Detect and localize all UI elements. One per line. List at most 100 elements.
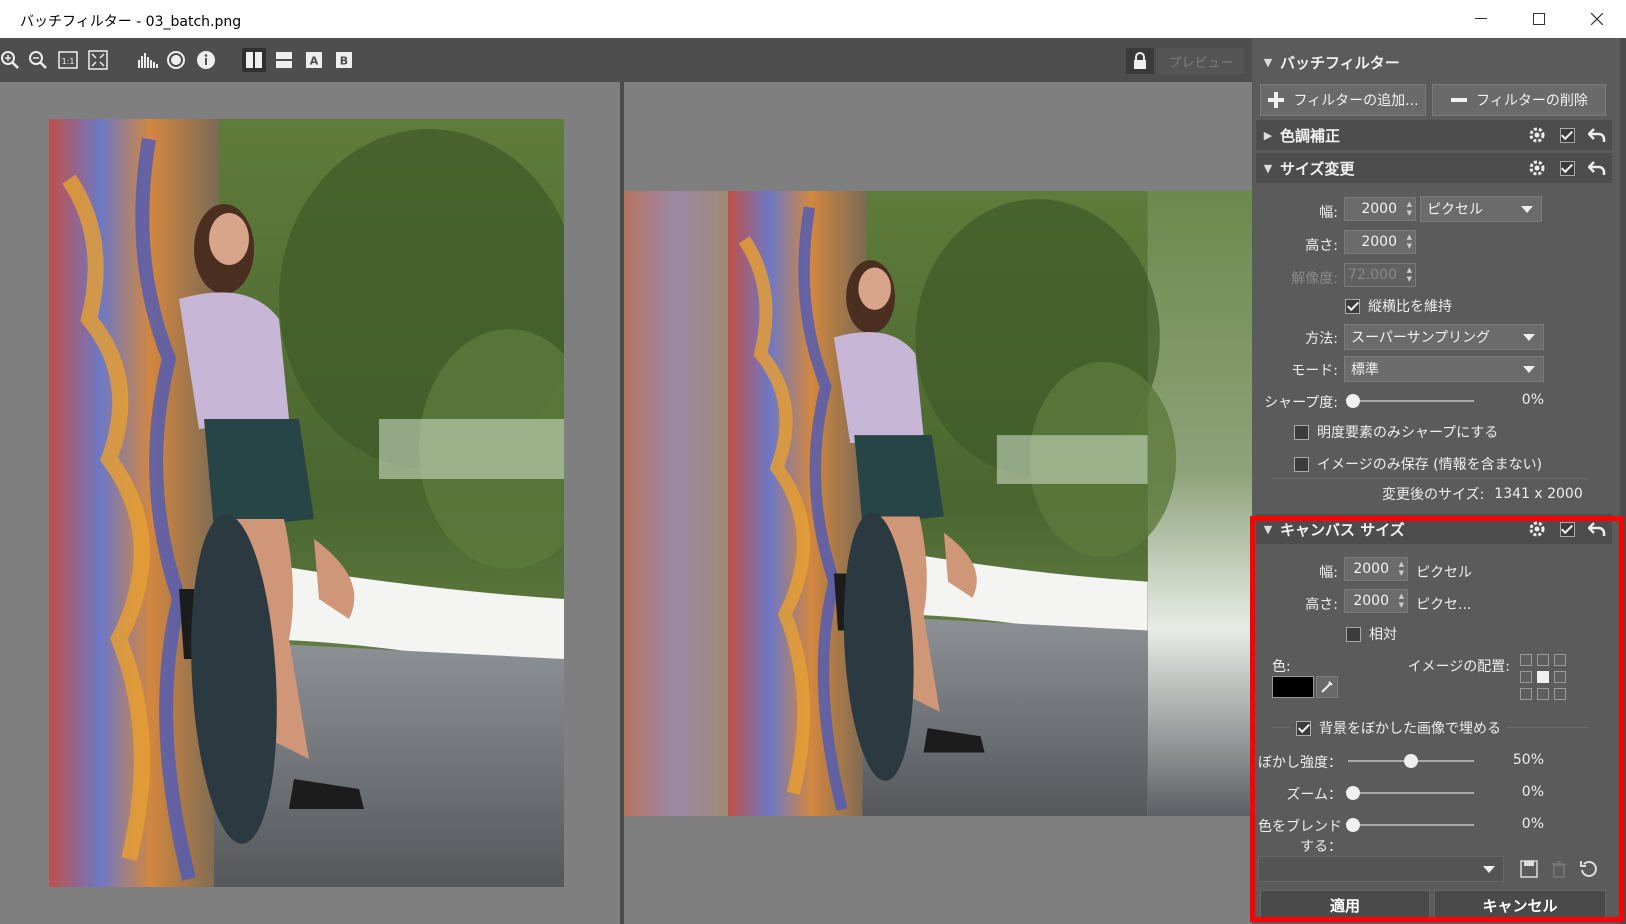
- lock-button[interactable]: [1126, 48, 1154, 74]
- sharpen-slider[interactable]: [1352, 400, 1474, 402]
- canvas-size-header[interactable]: ▼ キャンバス サイズ: [1256, 514, 1612, 544]
- color-correction-title: 色調補正: [1280, 126, 1341, 145]
- placement-grid[interactable]: [1520, 654, 1566, 700]
- add-filter-button[interactable]: フィルターの追加...: [1260, 84, 1426, 116]
- delete-preset-icon[interactable]: [1548, 858, 1570, 880]
- panel-scrollbar[interactable]: [1620, 38, 1626, 924]
- canvas-width-input[interactable]: 2000 ▲ ▼: [1344, 557, 1408, 581]
- color-correction-header[interactable]: ▶ 色調補正: [1256, 120, 1612, 150]
- sharpen-value: 0%: [1521, 392, 1544, 408]
- sharpen-luma-checkbox[interactable]: 明度要素のみシャープにする: [1294, 422, 1498, 442]
- resize-header[interactable]: ▼ サイズ変更: [1256, 153, 1612, 183]
- blend-value: 0%: [1521, 816, 1544, 832]
- reset-icon[interactable]: [1578, 858, 1600, 880]
- close-button[interactable]: [1568, 0, 1626, 38]
- mode-label: モード:: [1291, 363, 1338, 379]
- svg-text:B: B: [340, 55, 348, 68]
- new-size-readout: 変更後のサイズ: 1341 x 2000: [1382, 486, 1583, 503]
- enable-checkbox[interactable]: [1556, 157, 1578, 179]
- svg-text:A: A: [310, 55, 319, 68]
- plus-icon: [1268, 92, 1285, 108]
- minimize-button[interactable]: [1452, 0, 1510, 38]
- save-preset-icon[interactable]: [1518, 858, 1540, 880]
- cancel-button[interactable]: キャンセル: [1434, 890, 1606, 920]
- placement-cell[interactable]: [1520, 654, 1532, 666]
- view-a-icon[interactable]: A: [302, 48, 326, 72]
- view-b-icon[interactable]: B: [332, 48, 356, 72]
- resize-title: サイズ変更: [1280, 159, 1355, 178]
- zoom-slider[interactable]: [1348, 792, 1474, 794]
- method-select[interactable]: スーパーサンプリング: [1344, 324, 1544, 350]
- canvas-width-unit[interactable]: ピクセル: [1416, 562, 1472, 582]
- lock-icon: [1134, 52, 1146, 69]
- remove-filter-button[interactable]: フィルターの削除: [1432, 84, 1606, 116]
- keep-aspect-checkbox[interactable]: 縦横比を維持: [1345, 296, 1452, 316]
- resize-height-input[interactable]: 2000 ▲ ▼: [1344, 230, 1416, 254]
- batch-filter-title: バッチフィルター: [1280, 53, 1400, 72]
- apply-button[interactable]: 適用: [1260, 890, 1430, 920]
- sharpen-slider-knob[interactable]: [1346, 394, 1360, 408]
- zoom-in-icon[interactable]: [0, 48, 22, 72]
- blur-strength-slider-knob[interactable]: [1404, 754, 1418, 768]
- preview-photo: [624, 191, 1252, 816]
- fill-blur-checkbox[interactable]: 背景をぼかした画像で埋める: [1290, 718, 1507, 738]
- svg-text:1:1: 1:1: [62, 57, 75, 66]
- placement-cell[interactable]: [1554, 671, 1566, 683]
- placement-cell[interactable]: [1520, 671, 1532, 683]
- histogram-icon[interactable]: [136, 48, 160, 72]
- undo-icon[interactable]: [1586, 124, 1608, 146]
- gear-icon[interactable]: [1526, 124, 1548, 146]
- minimize-icon: [1475, 18, 1487, 19]
- canvas-color-swatch[interactable]: [1272, 676, 1314, 698]
- zoom-slider-knob[interactable]: [1346, 786, 1360, 800]
- gear-icon[interactable]: [1526, 157, 1548, 179]
- undo-icon[interactable]: [1586, 157, 1608, 179]
- enable-checkbox[interactable]: [1556, 518, 1578, 540]
- exposure-icon[interactable]: [164, 48, 188, 72]
- resolution-label: 解像度:: [1291, 271, 1338, 287]
- canvas-height-unit[interactable]: ピクセ...: [1416, 594, 1471, 614]
- canvas-height-input[interactable]: 2000 ▲ ▼: [1344, 589, 1408, 613]
- split-vertical-icon[interactable]: [242, 48, 266, 72]
- batch-filter-panel: ▼ バッチフィルター フィルターの追加... フィルターの削除 ▶ 色調補正 ▼…: [1252, 38, 1626, 924]
- info-icon[interactable]: [194, 48, 218, 72]
- original-image-pane[interactable]: [0, 82, 620, 924]
- canvas-width-label: 幅:: [1319, 565, 1338, 581]
- preview-button[interactable]: プレビュー: [1158, 48, 1244, 74]
- blend-slider[interactable]: [1348, 824, 1474, 826]
- relative-checkbox[interactable]: 相対: [1346, 624, 1397, 644]
- preview-image-pane[interactable]: [624, 82, 1252, 924]
- placement-cell[interactable]: [1520, 688, 1532, 700]
- image-only-checkbox[interactable]: イメージのみ保存 (情報を含まない): [1294, 454, 1542, 474]
- maximize-button[interactable]: [1510, 0, 1568, 38]
- gear-icon[interactable]: [1526, 518, 1548, 540]
- mode-select[interactable]: 標準: [1344, 356, 1544, 382]
- resize-unit-select[interactable]: ピクセル: [1420, 196, 1542, 222]
- undo-icon[interactable]: [1586, 518, 1608, 540]
- blur-strength-value: 50%: [1512, 752, 1544, 768]
- placement-cell[interactable]: [1554, 654, 1566, 666]
- resize-width-label: 幅:: [1319, 205, 1338, 221]
- preset-select[interactable]: [1258, 856, 1504, 882]
- collapse-triangle-icon: ▼: [1263, 161, 1273, 175]
- placement-cell[interactable]: [1554, 688, 1566, 700]
- placement-cell[interactable]: [1537, 654, 1549, 666]
- resolution-input[interactable]: 72.000 ▲ ▼: [1344, 263, 1416, 287]
- separator: [1272, 478, 1588, 479]
- split-horizontal-icon[interactable]: [272, 48, 296, 72]
- original-photo: [49, 119, 564, 887]
- zoom-out-icon[interactable]: [26, 48, 50, 72]
- resize-width-input[interactable]: 2000 ▲ ▼: [1344, 197, 1416, 221]
- eyedropper-icon[interactable]: [1316, 676, 1338, 698]
- blur-strength-label: ぼかし強度：: [1258, 755, 1342, 771]
- method-label: 方法:: [1305, 331, 1338, 347]
- enable-checkbox[interactable]: [1556, 124, 1578, 146]
- placement-cell-selected[interactable]: [1537, 671, 1549, 683]
- placement-cell[interactable]: [1537, 688, 1549, 700]
- batch-filter-header[interactable]: ▼ バッチフィルター: [1256, 47, 1612, 77]
- blend-slider-knob[interactable]: [1346, 818, 1360, 832]
- actual-size-icon[interactable]: 1:1: [56, 48, 80, 72]
- close-icon: [1591, 13, 1603, 25]
- sharpen-label: シャープ度:: [1264, 395, 1338, 411]
- fit-screen-icon[interactable]: [86, 48, 110, 72]
